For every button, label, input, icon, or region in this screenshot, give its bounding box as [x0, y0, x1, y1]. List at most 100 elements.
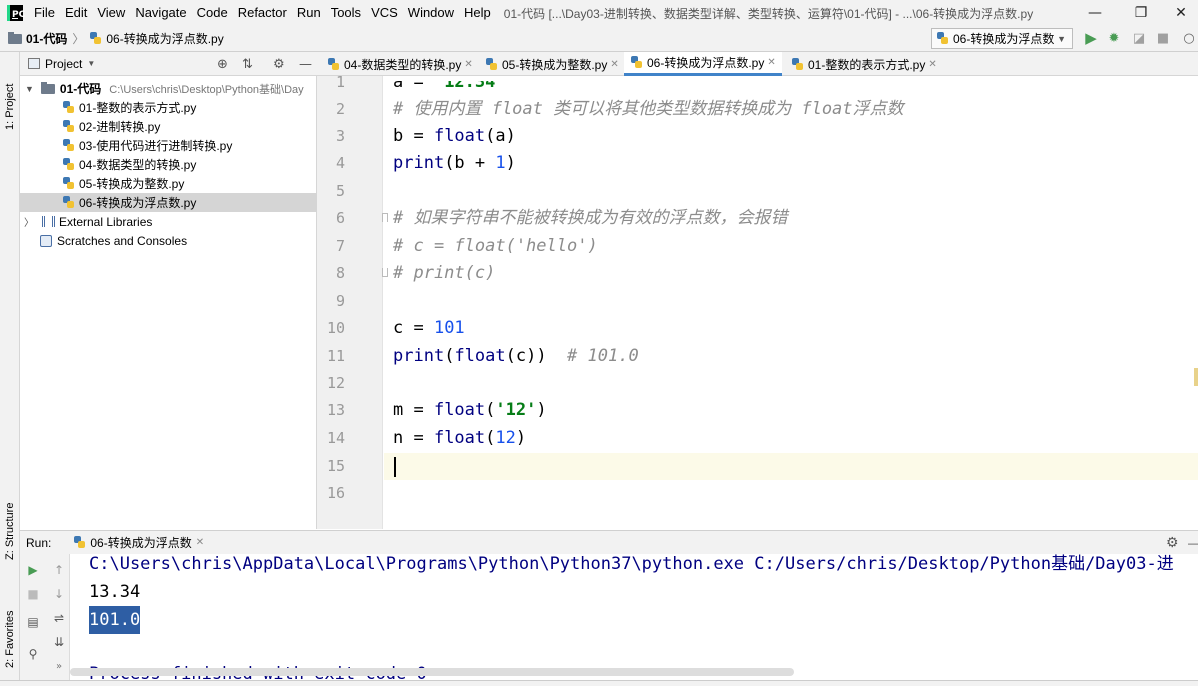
project-tree: ▼ 01-代码 C:\Users\chris\Desktop\Python基础\…	[20, 76, 317, 529]
layout-icon[interactable]: ▤	[25, 614, 41, 630]
python-file-icon	[73, 536, 86, 549]
python-file-icon	[630, 56, 643, 69]
tree-file[interactable]: 04-数据类型的转换.py	[20, 155, 317, 174]
chevron-down-icon[interactable]: ▼	[87, 59, 95, 68]
python-file-icon	[62, 120, 75, 133]
tree-file[interactable]: 03-使用代码进行进制转换.py	[20, 136, 317, 155]
hide-panel-icon[interactable]: —	[1188, 536, 1198, 550]
line-number: 9	[335, 292, 345, 310]
fold-marker-icon[interactable]	[382, 213, 388, 222]
more-icon[interactable]: »	[51, 658, 67, 674]
code-line-11: print(float(c)) # 101.0	[393, 343, 639, 370]
line-number: 15	[326, 457, 345, 475]
line-number: 2	[335, 100, 345, 118]
tree-file-selected[interactable]: 06-转换成为浮点数.py	[20, 193, 317, 212]
menu-file[interactable]: File	[29, 0, 60, 26]
soft-wrap-icon[interactable]: ⇌	[51, 610, 67, 626]
tree-file[interactable]: 01-整数的表示方式.py	[20, 98, 317, 117]
maximize-button[interactable]: ❐	[1118, 0, 1164, 26]
code-line-6: # 如果字符串不能被转换成为有效的浮点数，会报错	[393, 208, 788, 228]
favorites-tool-tab[interactable]: 2: Favorites	[1, 588, 19, 668]
close-tab-icon[interactable]: ✕	[767, 57, 775, 68]
project-panel-title[interactable]: Project	[45, 57, 82, 71]
tree-scratches[interactable]: Scratches and Consoles	[20, 231, 317, 250]
menu-navigate[interactable]: Navigate	[130, 0, 191, 26]
breadcrumb-project[interactable]: 01-代码	[26, 30, 67, 47]
code-text: (	[485, 400, 496, 420]
close-tab-icon[interactable]: ✕	[196, 537, 204, 548]
menu-bar: PC File Edit View Navigate Code Refactor…	[0, 0, 1198, 26]
tree-file[interactable]: 02-进制转换.py	[20, 117, 317, 136]
tab-label: 01-整数的表示方式.py	[808, 57, 926, 72]
tab-label: 06-转换成为浮点数.py	[647, 56, 765, 70]
code-text: n =	[393, 428, 434, 448]
structure-tool-tab[interactable]: Z: Structure	[1, 498, 19, 560]
close-tab-icon[interactable]: ✕	[610, 59, 618, 70]
chevron-right-icon[interactable]: 〉	[24, 214, 34, 229]
menu-code[interactable]: Code	[192, 0, 233, 26]
line-number: 14	[326, 429, 345, 447]
tab-06-convert-to-float[interactable]: 06-转换成为浮点数.py ✕	[624, 52, 782, 76]
tree-external-libraries[interactable]: 〉 External Libraries	[20, 212, 317, 231]
tab-01-integer-representation[interactable]: 01-整数的表示方式.py ✕	[785, 52, 943, 76]
minimize-button[interactable]: —	[1072, 0, 1118, 26]
code-line-3: b = float(a)	[393, 123, 516, 150]
arrow-up-icon[interactable]: ↑	[51, 562, 67, 578]
hide-panel-icon[interactable]: —	[299, 57, 312, 72]
code-text: )	[515, 428, 527, 448]
tab-05-convert-to-int[interactable]: 05-转换成为整数.py ✕	[479, 52, 625, 76]
line-number: 4	[335, 154, 345, 172]
tree-file[interactable]: 05-转换成为整数.py	[20, 174, 317, 193]
code-text: )	[505, 153, 516, 173]
arrow-down-icon[interactable]: ↓	[51, 586, 67, 602]
breadcrumb: 01-代码 〉 06-转换成为浮点数.py	[0, 30, 224, 47]
coverage-icon[interactable]: ◪	[1130, 29, 1148, 47]
scroll-to-end-icon[interactable]: ⇊	[51, 634, 67, 650]
menu-help[interactable]: Help	[459, 0, 496, 26]
menu-edit[interactable]: Edit	[60, 0, 92, 26]
run-tab[interactable]: 06-转换成为浮点数 ✕	[73, 534, 204, 551]
line-number: 12	[326, 374, 345, 392]
menu-view[interactable]: View	[92, 0, 130, 26]
pin-icon[interactable]: ⚲	[25, 646, 41, 662]
rerun-icon[interactable]: ▶	[25, 562, 41, 578]
run-config-select[interactable]: 06-转换成为浮点数 ▼	[931, 28, 1073, 49]
code-line-13: m = float('12')	[393, 397, 547, 424]
code-line-10: c = 101	[393, 315, 465, 342]
stop-icon[interactable]: ■	[25, 586, 41, 602]
fold-marker-icon[interactable]	[382, 268, 388, 277]
menu-run[interactable]: Run	[292, 0, 326, 26]
scratches-icon	[40, 234, 52, 247]
gear-icon[interactable]: ⚙	[1166, 534, 1179, 551]
search-icon[interactable]: ○	[1180, 29, 1198, 47]
menu-vcs[interactable]: VCS	[366, 0, 403, 26]
code-text: m =	[393, 400, 434, 420]
text-caret	[394, 457, 396, 477]
line-number: 13	[326, 401, 345, 419]
run-tab-label: 06-转换成为浮点数	[90, 536, 192, 550]
menu-window[interactable]: Window	[403, 0, 459, 26]
close-tab-icon[interactable]: ✕	[464, 59, 472, 70]
code-builtin: float	[433, 126, 486, 146]
chevron-down-icon[interactable]: ▼	[25, 84, 34, 94]
tree-scratches-label: Scratches and Consoles	[57, 233, 188, 248]
tree-root-folder[interactable]: ▼ 01-代码 C:\Users\chris\Desktop\Python基础\…	[20, 79, 317, 98]
gear-icon[interactable]: ⚙	[273, 57, 285, 72]
console-output: 13.34	[89, 582, 141, 602]
run-panel-label: Run:	[26, 535, 52, 550]
close-button[interactable]: ✕	[1164, 0, 1198, 26]
menu-tools[interactable]: Tools	[326, 0, 366, 26]
locate-file-icon[interactable]: ⊕	[217, 57, 228, 72]
close-tab-icon[interactable]: ✕	[928, 59, 936, 70]
python-file-icon	[485, 57, 498, 71]
tree-file-label: 05-转换成为整数.py	[79, 177, 185, 191]
console-horizontal-scrollbar[interactable]	[70, 668, 794, 676]
stop-icon[interactable]: ■	[1154, 29, 1172, 47]
tab-label: 05-转换成为整数.py	[502, 57, 608, 72]
run-icon[interactable]: ▶	[1082, 29, 1100, 47]
breadcrumb-file[interactable]: 06-转换成为浮点数.py	[106, 30, 223, 47]
project-tool-tab[interactable]: 1: Project	[1, 60, 19, 130]
menu-refactor[interactable]: Refactor	[233, 0, 292, 26]
debug-icon[interactable]: ✹	[1105, 29, 1123, 47]
collapse-all-icon[interactable]: ⇅	[242, 57, 253, 72]
